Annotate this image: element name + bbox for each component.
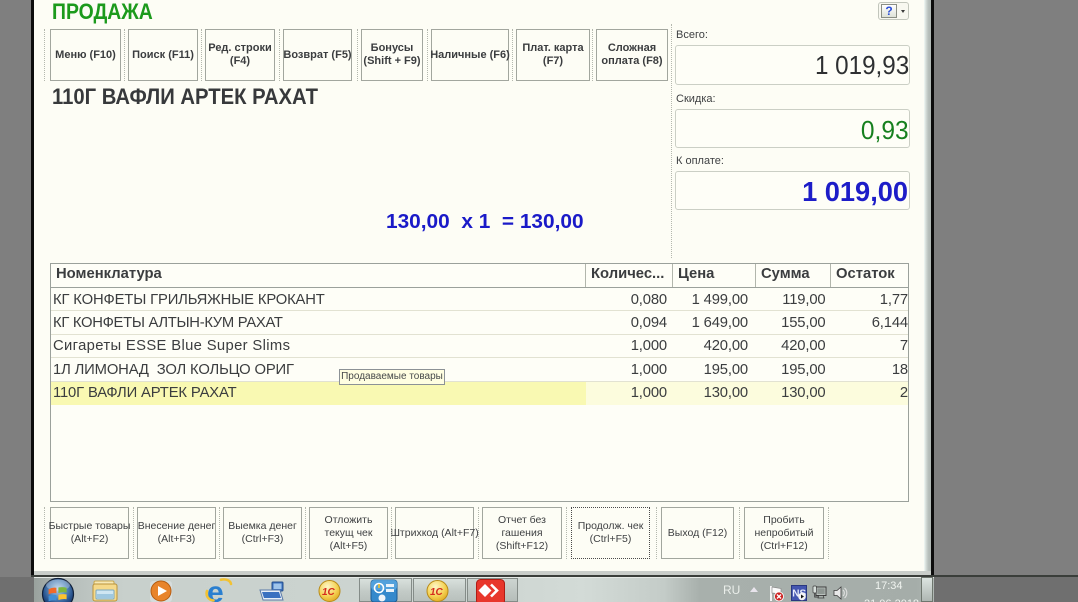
svg-text:1С: 1С xyxy=(430,587,444,598)
svg-text:1С: 1С xyxy=(322,587,336,598)
